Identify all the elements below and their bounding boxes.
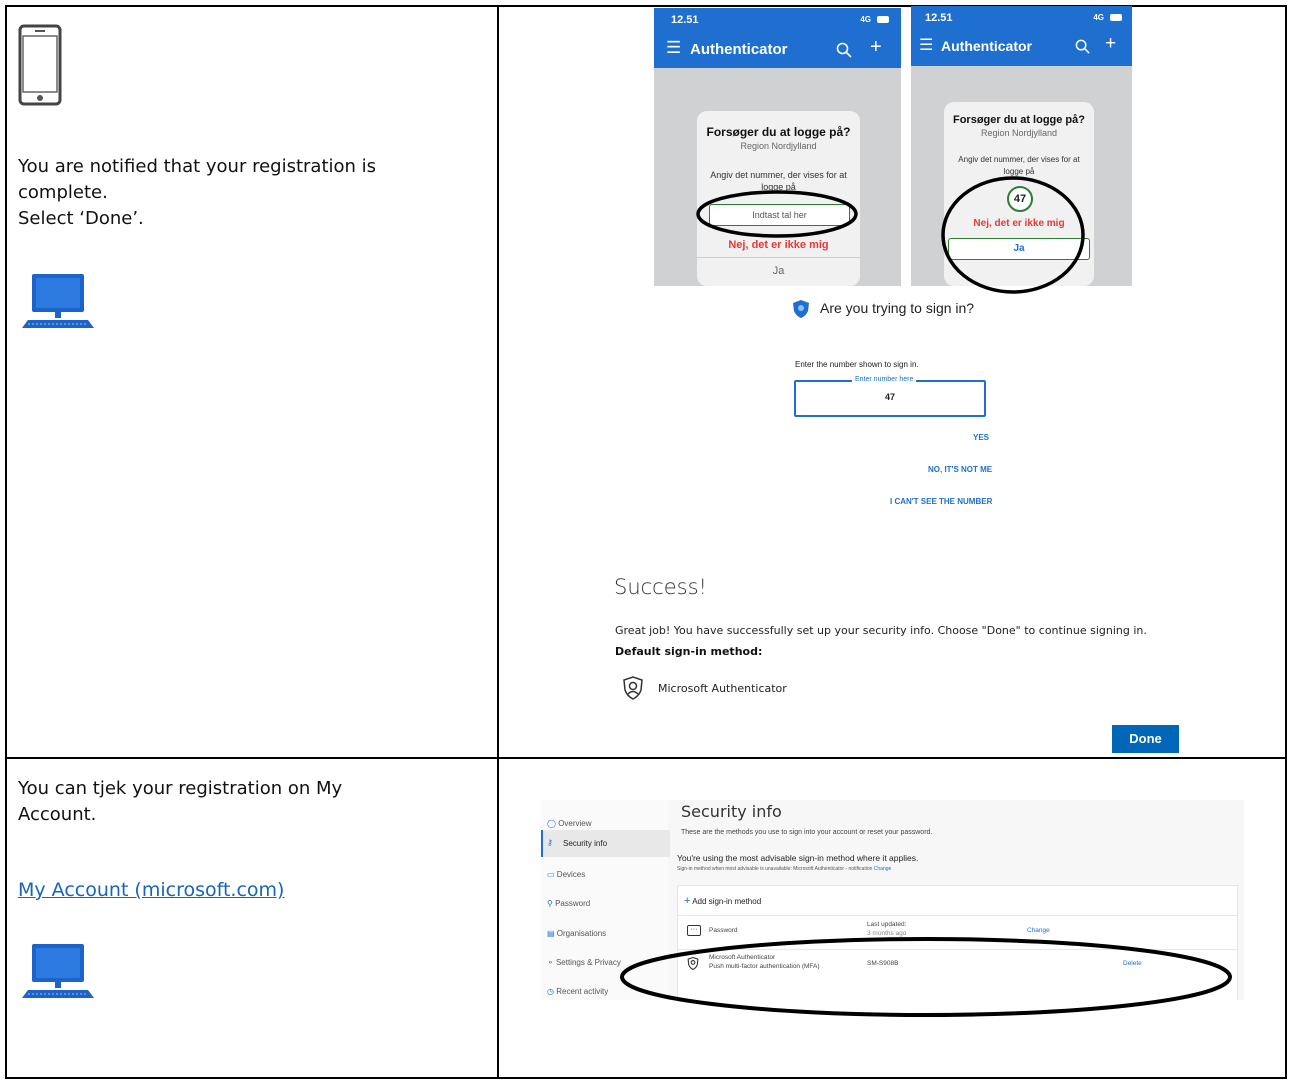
nav-devices-label: Devices <box>556 870 586 879</box>
prompt-title: Forsøger du at logge på? <box>706 125 851 139</box>
person-icon: ◯ <box>547 819 556 828</box>
computer-icon <box>22 944 94 998</box>
number-field-label: Enter number here <box>852 376 917 383</box>
signin-question: Are you trying to sign in? <box>820 300 975 316</box>
advice-small-text: Sign-in method when most advisable is un… <box>677 866 873 872</box>
add-icon[interactable]: + <box>870 36 882 59</box>
nav-security-info-label: Security info <box>563 839 608 848</box>
method-action[interactable]: Change <box>1027 927 1050 934</box>
menu-icon[interactable]: ☰ <box>666 38 681 58</box>
add-method-label: Add sign-in method <box>692 897 762 906</box>
phone-app-bar: ☰ Authenticator + <box>911 30 1132 66</box>
method-col3a: Last updated: <box>867 921 907 928</box>
nav-overview-label: Overview <box>558 819 592 828</box>
signin-prompt: Are you trying to sign in? Enter the num… <box>600 296 1280 526</box>
computer-icon <box>22 274 94 328</box>
row1-line-1: You are notified that your registration … <box>18 156 377 177</box>
not-me-button[interactable]: NO, IT'S NOT ME <box>928 465 992 474</box>
done-button[interactable]: Done <box>1112 725 1179 753</box>
highlight-ellipse-authenticator <box>620 937 1232 1017</box>
signin-instruction: Enter the number shown to sign in. <box>795 360 919 369</box>
battery-icon <box>877 16 889 23</box>
phone-screenshot-1: 12.51 4G ☰ Authenticator + Forsøger du a… <box>654 8 901 286</box>
search-icon[interactable] <box>1075 39 1090 54</box>
method-name: Password <box>709 927 738 934</box>
security-subtitle: These are the methods you use to sign in… <box>681 829 933 836</box>
card-divider <box>697 257 860 258</box>
yes-button[interactable]: YES <box>973 433 989 442</box>
deny-button[interactable]: Nej, det er ikke mig <box>697 239 860 251</box>
highlight-ellipse-input <box>696 190 858 238</box>
table-border-left <box>5 5 7 1079</box>
advice-change-link[interactable]: Change <box>874 866 892 872</box>
highlight-ellipse-number <box>941 176 1085 294</box>
cant-see-button[interactable]: I CAN'T SEE THE NUMBER <box>890 497 992 506</box>
phone-signal: 4G <box>860 15 871 24</box>
lock-icon: ⚬ <box>547 958 554 967</box>
nav-organisations[interactable]: ▤ Organisations <box>547 929 606 938</box>
authenticator-lock-icon <box>623 676 643 700</box>
authenticator-shield-icon <box>793 300 809 318</box>
security-advice-small: Sign-in method when most advisable is un… <box>677 866 891 872</box>
app-title: Authenticator <box>941 38 1032 54</box>
number-field[interactable]: Enter number here 47 <box>794 376 986 417</box>
table-border-right <box>1285 5 1287 1079</box>
nav-recent-activity[interactable]: ◷ Recent activity <box>547 987 608 996</box>
table-border-divider <box>497 5 499 1079</box>
success-panel: Success! Great job! You have successfull… <box>600 570 1280 755</box>
phone-app-bar: ☰ Authenticator + <box>654 32 901 68</box>
nav-settings-label: Settings & Privacy <box>555 958 621 967</box>
nav-security-info[interactable]: ⚷ Security info <box>541 830 670 857</box>
table-border-mid <box>5 757 1287 759</box>
briefcase-icon: ▤ <box>547 929 555 938</box>
menu-icon[interactable]: ☰ <box>919 35 933 55</box>
success-message: Great job! You have successfully set up … <box>615 624 1147 637</box>
accept-button[interactable]: Ja <box>697 265 860 277</box>
nav-devices[interactable]: ▭ Devices <box>547 870 585 879</box>
security-advice: You're using the most advisable sign-in … <box>677 853 919 863</box>
nav-organisations-label: Organisations <box>556 929 607 938</box>
nav-overview[interactable]: ◯ Overview <box>547 819 592 828</box>
prompt-org: Region Nordjylland <box>740 141 817 151</box>
smartphone-icon <box>18 24 62 106</box>
prompt-title: Forsøger du at logge på? <box>952 114 1085 126</box>
search-icon[interactable] <box>836 42 852 58</box>
number-field-value: 47 <box>884 392 895 402</box>
add-method-button[interactable]: + Add sign-in method <box>684 895 761 907</box>
app-title: Authenticator <box>690 41 788 58</box>
phone-time: 12.51 <box>671 14 699 26</box>
nav-settings[interactable]: ⚬ Settings & Privacy <box>547 958 621 967</box>
clock-icon: ◷ <box>547 987 554 996</box>
phone-status-bar: 12.51 4G <box>911 6 1132 30</box>
default-method-label: Default sign-in method: <box>615 645 763 658</box>
row2-line-1: You can tjek your registration on My <box>18 778 343 799</box>
row1-instructions: You are notified that your registration … <box>18 154 478 232</box>
default-method-name: Microsoft Authenticator <box>658 682 787 695</box>
battery-icon <box>1110 14 1122 21</box>
row2-line-2: Account. <box>18 804 97 825</box>
security-title: Security info <box>681 802 782 821</box>
add-icon[interactable]: + <box>1105 33 1116 55</box>
key-person-icon: ⚷ <box>547 838 553 847</box>
table-border-bottom <box>5 1077 1287 1079</box>
row1-line-3: Select ‘Done’. <box>18 208 144 229</box>
phone-status-bar: 12.51 4G <box>654 8 901 32</box>
row1-line-2: complete. <box>18 182 108 203</box>
phone-time: 12.51 <box>925 12 953 24</box>
nav-password-label: Password <box>555 899 591 908</box>
nav-recent-label: Recent activity <box>556 987 609 996</box>
plus-icon: + <box>684 895 691 907</box>
laptop-icon: ▭ <box>547 870 555 879</box>
success-title: Success! <box>614 575 707 599</box>
prompt-org: Region Nordjylland <box>980 128 1058 138</box>
nav-password[interactable]: ⚲ Password <box>547 899 590 908</box>
my-account-link[interactable]: My Account (microsoft.com) <box>18 877 284 903</box>
key-icon: ⚲ <box>547 899 553 908</box>
phone-signal: 4G <box>1093 13 1104 22</box>
row2-instructions: You can tjek your registration on My Acc… <box>18 776 478 828</box>
